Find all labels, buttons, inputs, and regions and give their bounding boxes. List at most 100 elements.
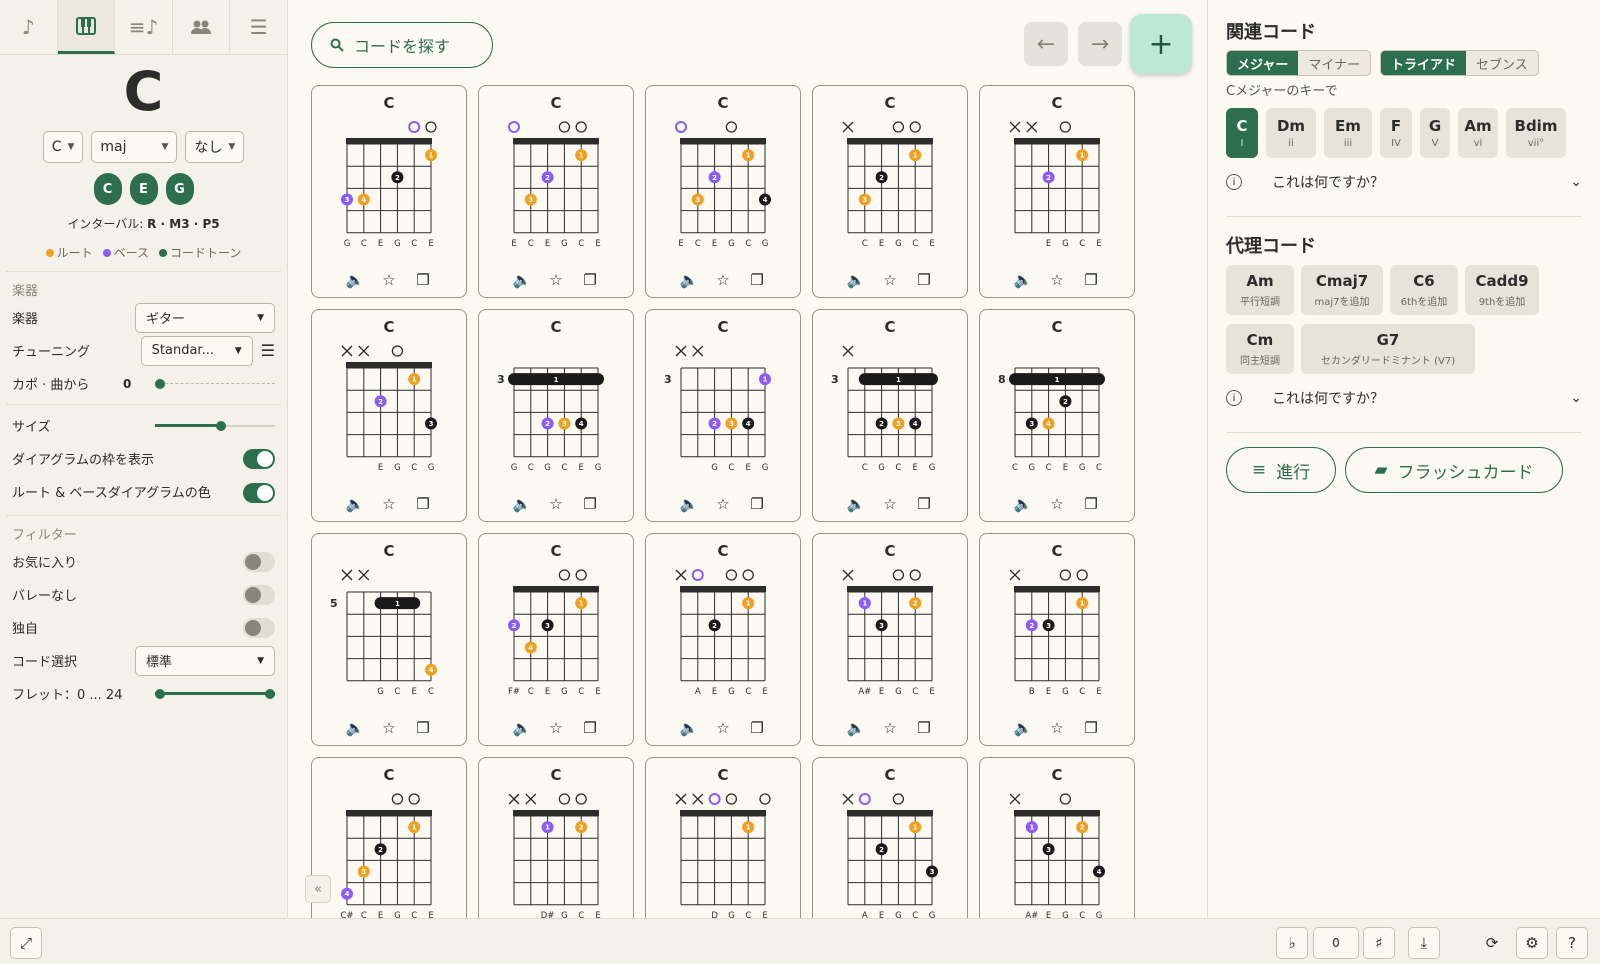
chord-card[interactable]: C 1 2 3 E G C G 🔈 ☆ ❐ (311, 309, 467, 522)
chord-card[interactable]: C1234A#EGCG🔈☆❐ (979, 757, 1135, 918)
chord-card[interactable]: C 1 3 2 4 F# C E G C E 🔈 ☆ ❐ (478, 533, 634, 746)
sharp-button[interactable]: ♯ (1363, 927, 1395, 959)
substitute-chord-button[interactable]: Cm 同主短調 (1226, 324, 1294, 374)
chord-card[interactable]: C 3 1 2 3 4 G C G C E G 🔈 ☆ ❐ (478, 309, 634, 522)
key-chord-button[interactable]: Em iii (1324, 108, 1372, 158)
key-chord-button[interactable]: F IV (1380, 108, 1412, 158)
star-icon[interactable]: ☆ (379, 495, 399, 513)
copy-icon[interactable]: ❐ (747, 271, 767, 289)
chord-card[interactable]: C 2 1 E G C E 🔈 ☆ ❐ (979, 85, 1135, 298)
speaker-icon[interactable]: 🔈 (846, 495, 866, 513)
speaker-icon[interactable]: 🔈 (345, 271, 365, 289)
triad-option[interactable]: トライアド (1381, 51, 1467, 75)
chord-card[interactable]: C1DGCE🔈☆❐ (645, 757, 801, 918)
star-icon[interactable]: ☆ (1047, 495, 1067, 513)
key-chord-button[interactable]: Am vi (1458, 108, 1498, 158)
progression-button[interactable]: ≡ 進行 (1226, 447, 1336, 493)
key-chord-button[interactable]: CI (1226, 108, 1258, 158)
copy-icon[interactable]: ❐ (1081, 495, 1101, 513)
forward-arrow-button[interactable]: → (1078, 22, 1122, 66)
note-icon[interactable]: ♪ (0, 0, 58, 54)
substitute-chord-button[interactable]: Cmaj7 maj7を追加 (1301, 265, 1383, 315)
star-icon[interactable]: ☆ (546, 271, 566, 289)
flat-button[interactable]: ♭ (1276, 927, 1308, 959)
chord-card[interactable]: C 5 1 4 G C E C 🔈 ☆ ❐ (311, 533, 467, 746)
star-icon[interactable]: ☆ (880, 495, 900, 513)
star-icon[interactable]: ☆ (1047, 271, 1067, 289)
note-pill[interactable]: E (129, 173, 158, 205)
key-chord-button[interactable]: Dm ii (1266, 108, 1316, 158)
chord-card[interactable]: C 1 2 3 E C E G C E 🔈 ☆ ❐ (478, 85, 634, 298)
fav-toggle[interactable] (243, 551, 275, 572)
help-button[interactable]: ? (1556, 927, 1588, 959)
copy-icon[interactable]: ❐ (1081, 271, 1101, 289)
copy-icon[interactable]: ❐ (1081, 719, 1101, 737)
speaker-icon[interactable]: 🔈 (1013, 719, 1033, 737)
speaker-icon[interactable]: 🔈 (1013, 271, 1033, 289)
custom-toggle[interactable] (243, 617, 275, 638)
note-pill[interactable]: C (93, 173, 122, 205)
chord-select-dropdown[interactable]: 標準 ▼ (135, 645, 275, 676)
settings-button[interactable]: ⚙ (1516, 927, 1548, 959)
chord-card[interactable]: C 1 2 3 C E G C E 🔈 ☆ ❐ (812, 85, 968, 298)
tune-icon[interactable]: ☰ (230, 0, 287, 54)
copy-icon[interactable]: ❐ (580, 719, 600, 737)
search-button[interactable]: コードを探す (311, 22, 493, 68)
copy-icon[interactable]: ❐ (747, 495, 767, 513)
chord-card[interactable]: C 1 2 4 3 G C E G C E 🔈 ☆ ❐ (311, 85, 467, 298)
speaker-icon[interactable]: 🔈 (846, 719, 866, 737)
root-bass-toggle[interactable] (243, 483, 275, 503)
what-is-this-row-1[interactable]: i これは何ですか？ ⌄ (1226, 172, 1582, 192)
star-icon[interactable]: ☆ (713, 495, 733, 513)
seventh-option[interactable]: セブンス (1466, 51, 1538, 75)
what-is-this-row-2[interactable]: i これは何ですか？ ⌄ (1226, 388, 1582, 408)
tuning-select[interactable]: Standar... ▼ (140, 335, 253, 366)
speaker-icon[interactable]: 🔈 (512, 719, 532, 737)
flashcard-button[interactable]: ▰ フラッシュカード (1345, 447, 1563, 493)
substitute-chord-button[interactable]: Am 平行短調 (1226, 265, 1294, 315)
chord-card[interactable]: C 1 2 3 4 E C E G C G 🔈 ☆ ❐ (645, 85, 801, 298)
add-button[interactable]: + (1130, 14, 1192, 74)
speaker-icon[interactable]: 🔈 (679, 719, 699, 737)
collapse-sidebar-button[interactable]: « (305, 875, 331, 903)
key-chord-button[interactable]: Bdim vii° (1506, 108, 1566, 158)
sync-button[interactable]: ⟳ (1476, 927, 1508, 959)
speaker-icon[interactable]: 🔈 (512, 495, 532, 513)
back-arrow-button[interactable]: ← (1024, 22, 1068, 66)
copy-icon[interactable]: ❐ (413, 495, 433, 513)
star-icon[interactable]: ☆ (880, 719, 900, 737)
speaker-icon[interactable]: 🔈 (345, 495, 365, 513)
transpose-value[interactable]: 0 (1313, 927, 1359, 959)
chord-card[interactable]: C 2 3 1 B E G C E 🔈 ☆ ❐ (979, 533, 1135, 746)
speaker-icon[interactable]: 🔈 (679, 495, 699, 513)
extension-select[interactable]: なし ▼ (185, 131, 245, 163)
note-pill[interactable]: G (165, 173, 194, 205)
copy-icon[interactable]: ❐ (914, 495, 934, 513)
copy-icon[interactable]: ❐ (580, 495, 600, 513)
copy-icon[interactable]: ❐ (914, 719, 934, 737)
copy-icon[interactable]: ❐ (914, 271, 934, 289)
star-icon[interactable]: ☆ (379, 271, 399, 289)
copy-icon[interactable]: ❐ (413, 719, 433, 737)
substitute-chord-button[interactable]: Cadd9 9thを追加 (1465, 265, 1539, 315)
chord-card[interactable]: C 1 2 3 A# E G C E 🔈 ☆ ❐ (812, 533, 968, 746)
fret-range-slider[interactable] (155, 688, 275, 700)
download-button[interactable]: ⤓ (1408, 927, 1440, 959)
chord-card[interactable]: C123AEGCG🔈☆❐ (812, 757, 968, 918)
major-option[interactable]: メジャー (1227, 51, 1299, 75)
show-frame-toggle[interactable] (243, 448, 275, 469)
chord-card[interactable]: C1234C#CEGCE🔈☆❐ (311, 757, 467, 918)
star-icon[interactable]: ☆ (546, 495, 566, 513)
speaker-icon[interactable]: 🔈 (512, 271, 532, 289)
chord-card[interactable]: C 1 2 A E G C E 🔈 ☆ ❐ (645, 533, 801, 746)
queue-music-icon[interactable]: ≡♪ (115, 0, 173, 54)
key-chord-button[interactable]: GV (1420, 108, 1450, 158)
star-icon[interactable]: ☆ (546, 719, 566, 737)
star-icon[interactable]: ☆ (713, 719, 733, 737)
size-slider[interactable] (155, 420, 275, 432)
tune-settings-icon[interactable]: ☰ (261, 341, 275, 360)
chord-card[interactable]: C12D#GCE🔈☆❐ (478, 757, 634, 918)
expand-button[interactable]: ⤢ (10, 927, 42, 959)
star-icon[interactable]: ☆ (1047, 719, 1067, 737)
instrument-select[interactable]: ギター ▼ (135, 302, 275, 333)
